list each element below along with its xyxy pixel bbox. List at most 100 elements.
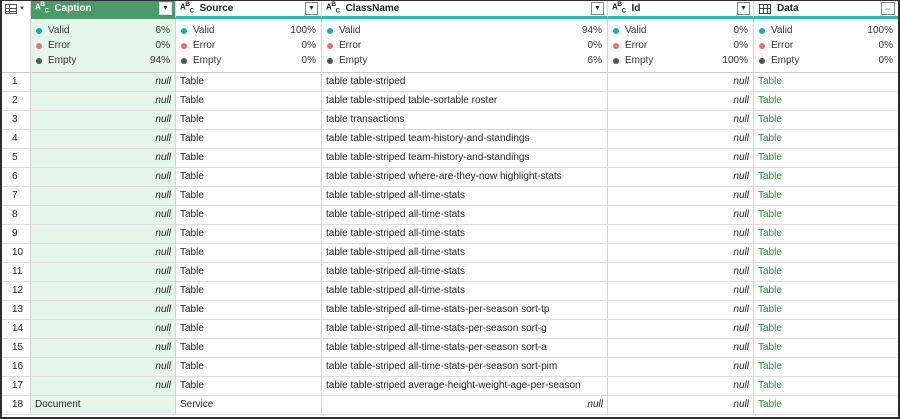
cell-classname[interactable]: table table-striped all-time-stats <box>322 244 608 263</box>
cell-data[interactable]: Table <box>754 168 898 187</box>
table-type-icon[interactable] <box>759 3 771 14</box>
cell-id[interactable]: null <box>608 149 754 168</box>
cell-classname[interactable]: table table-striped all-time-stats-per-s… <box>322 339 608 358</box>
cell-classname[interactable]: table table-striped all-time-stats <box>322 282 608 301</box>
cell-source[interactable]: Table <box>176 339 322 358</box>
cell-data[interactable]: Table <box>754 301 898 320</box>
cell-caption[interactable]: null <box>31 187 176 206</box>
cell-id[interactable]: null <box>608 396 754 415</box>
cell-source[interactable]: Table <box>176 149 322 168</box>
cell-data[interactable]: Table <box>754 339 898 358</box>
chevron-down-icon[interactable]: ▼ <box>737 2 750 15</box>
column-header-caption[interactable]: ABC Caption ▼ <box>31 1 176 19</box>
column-header-classname[interactable]: ABC ClassName ▼ <box>322 1 608 19</box>
cell-data[interactable]: Table <box>754 92 898 111</box>
cell-data[interactable]: Table <box>754 377 898 396</box>
cell-source[interactable]: Table <box>176 282 322 301</box>
column-header-id[interactable]: ABC Id ▼ <box>608 1 754 19</box>
cell-id[interactable]: null <box>608 358 754 377</box>
cell-id[interactable]: null <box>608 282 754 301</box>
cell-caption[interactable]: null <box>31 301 176 320</box>
cell-id[interactable]: null <box>608 339 754 358</box>
cell-source[interactable]: Service <box>176 396 322 415</box>
text-type-icon[interactable]: ABC <box>35 2 49 15</box>
cell-data[interactable]: Table <box>754 73 898 92</box>
row-number[interactable]: 7 <box>2 187 31 206</box>
cell-source[interactable]: Table <box>176 377 322 396</box>
column-quality-caption[interactable]: Valid 6% Error 0% Empty 94% <box>31 19 176 73</box>
column-header-source[interactable]: ABC Source ▼ <box>176 1 322 19</box>
cell-caption[interactable]: null <box>31 263 176 282</box>
cell-data[interactable]: Table <box>754 263 898 282</box>
cell-source[interactable]: Table <box>176 168 322 187</box>
cell-source[interactable]: Table <box>176 225 322 244</box>
row-number[interactable]: 6 <box>2 168 31 187</box>
cell-id[interactable]: null <box>608 73 754 92</box>
cell-classname[interactable]: table transactions <box>322 111 608 130</box>
cell-id[interactable]: null <box>608 263 754 282</box>
cell-source[interactable]: Table <box>176 130 322 149</box>
cell-data[interactable]: Table <box>754 282 898 301</box>
cell-classname[interactable]: table table-striped all-time-stats-per-s… <box>322 358 608 377</box>
cell-data[interactable]: Table <box>754 149 898 168</box>
cell-source[interactable]: Table <box>176 73 322 92</box>
row-number[interactable]: 14 <box>2 320 31 339</box>
cell-classname[interactable]: table table-striped <box>322 73 608 92</box>
cell-data[interactable]: Table <box>754 111 898 130</box>
cell-classname[interactable]: table table-striped average-height-weigh… <box>322 377 608 396</box>
cell-source[interactable]: Table <box>176 320 322 339</box>
cell-source[interactable]: Table <box>176 206 322 225</box>
cell-source[interactable]: Table <box>176 187 322 206</box>
column-quality-id[interactable]: Valid 0% Error 0% Empty 100% <box>608 19 754 73</box>
cell-classname[interactable]: table table-striped all-time-stats-per-s… <box>322 320 608 339</box>
cell-source[interactable]: Table <box>176 244 322 263</box>
cell-caption[interactable]: null <box>31 92 176 111</box>
cell-caption[interactable]: null <box>31 130 176 149</box>
cell-classname[interactable]: table table-striped table-sortable roste… <box>322 92 608 111</box>
column-header-data[interactable]: Data ⇔ <box>754 1 898 19</box>
row-number[interactable]: 10 <box>2 244 31 263</box>
text-type-icon[interactable]: ABC <box>180 2 194 15</box>
cell-id[interactable]: null <box>608 301 754 320</box>
cell-classname[interactable]: table table-striped team-history-and-sta… <box>322 130 608 149</box>
row-number[interactable]: 15 <box>2 339 31 358</box>
cell-caption[interactable]: null <box>31 244 176 263</box>
cell-data[interactable]: Table <box>754 130 898 149</box>
row-number[interactable]: 2 <box>2 92 31 111</box>
cell-source[interactable]: Table <box>176 358 322 377</box>
cell-id[interactable]: null <box>608 168 754 187</box>
column-quality-source[interactable]: Valid 100% Error 0% Empty 0% <box>176 19 322 73</box>
cell-classname[interactable]: table table-striped where-are-they-now h… <box>322 168 608 187</box>
cell-caption[interactable]: null <box>31 73 176 92</box>
cell-source[interactable]: Table <box>176 301 322 320</box>
cell-caption[interactable]: null <box>31 111 176 130</box>
row-number[interactable]: 9 <box>2 225 31 244</box>
cell-source[interactable]: Table <box>176 111 322 130</box>
cell-classname[interactable]: table table-striped all-time-stats <box>322 225 608 244</box>
row-number[interactable]: 8 <box>2 206 31 225</box>
cell-caption[interactable]: null <box>31 339 176 358</box>
cell-id[interactable]: null <box>608 225 754 244</box>
cell-id[interactable]: null <box>608 320 754 339</box>
text-type-icon[interactable]: ABC <box>326 2 340 15</box>
chevron-down-icon[interactable]: ▼ <box>159 2 172 15</box>
cell-caption[interactable]: null <box>31 282 176 301</box>
cell-classname[interactable]: table table-striped all-time-stats <box>322 187 608 206</box>
cell-classname[interactable]: table table-striped team-history-and-sta… <box>322 149 608 168</box>
row-number[interactable]: 13 <box>2 301 31 320</box>
cell-id[interactable]: null <box>608 206 754 225</box>
cell-id[interactable]: null <box>608 187 754 206</box>
expand-icon[interactable]: ⇔ <box>881 2 895 15</box>
cell-data[interactable]: Table <box>754 206 898 225</box>
row-number[interactable]: 3 <box>2 111 31 130</box>
cell-classname[interactable]: table table-striped all-time-stats <box>322 206 608 225</box>
cell-classname[interactable]: table table-striped all-time-stats-per-s… <box>322 301 608 320</box>
cell-classname[interactable]: table table-striped all-time-stats <box>322 263 608 282</box>
cell-classname[interactable]: null <box>322 396 608 415</box>
cell-caption[interactable]: null <box>31 377 176 396</box>
cell-caption[interactable]: null <box>31 225 176 244</box>
cell-caption[interactable]: null <box>31 206 176 225</box>
text-type-icon[interactable]: ABC <box>612 2 626 15</box>
cell-caption[interactable]: Document <box>31 396 176 415</box>
cell-data[interactable]: Table <box>754 320 898 339</box>
